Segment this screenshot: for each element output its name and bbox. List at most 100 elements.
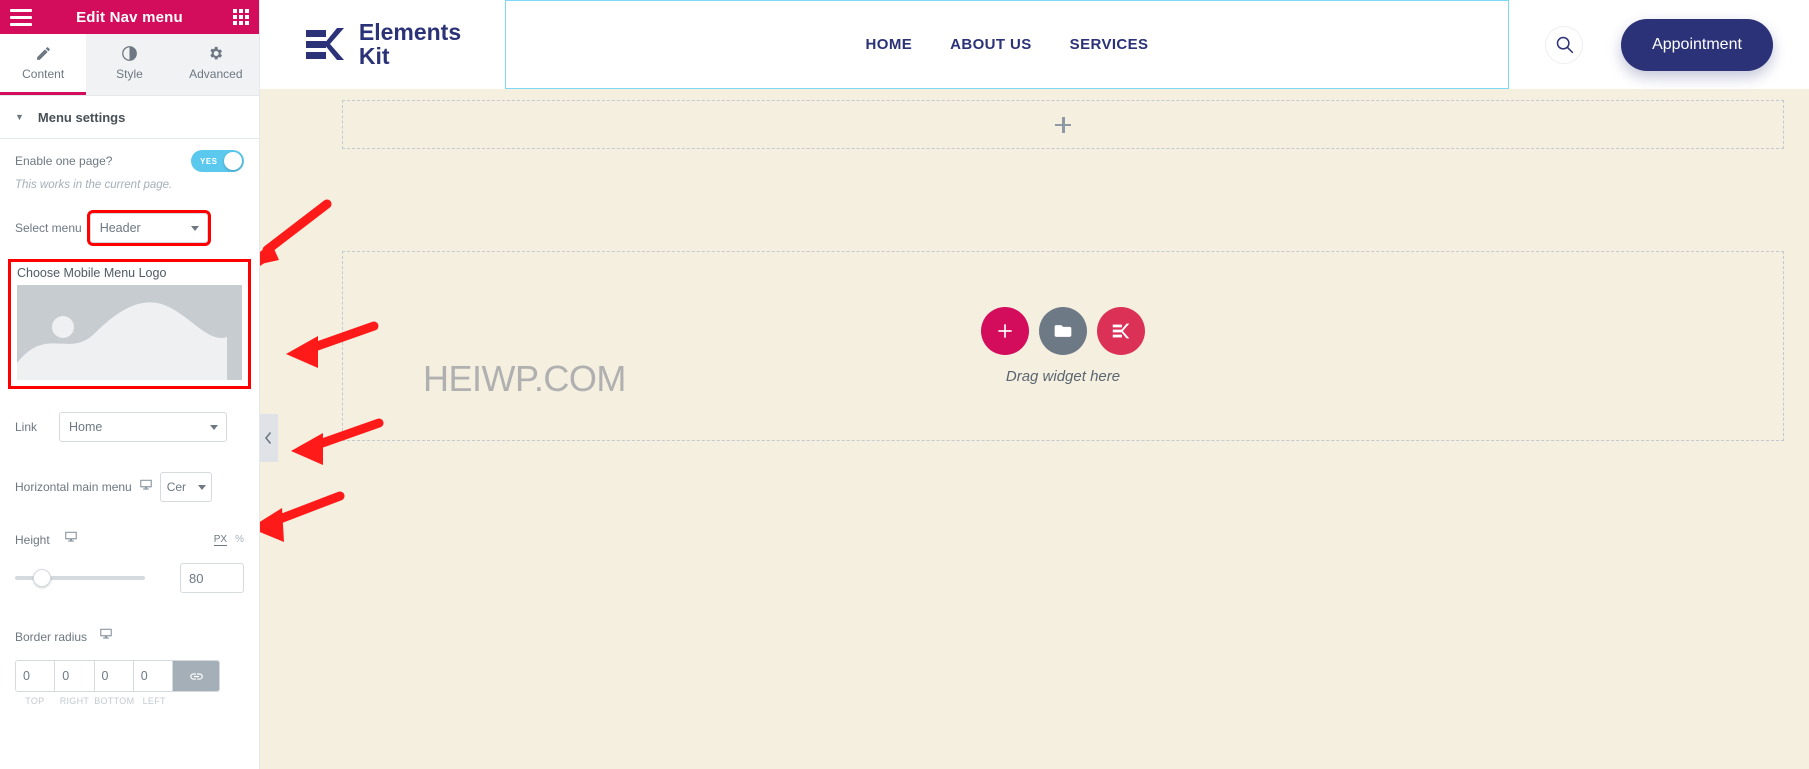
border-radius-row: Border radius bbox=[0, 627, 259, 646]
height-slider-row: 80 bbox=[0, 563, 259, 593]
select-menu-row: Select menu Header bbox=[0, 210, 259, 246]
brand-text: Elements Kit bbox=[358, 18, 462, 69]
border-radius-side-labels: TOP RIGHT BOTTOM LEFT bbox=[15, 696, 220, 706]
chevron-down-icon bbox=[197, 484, 206, 490]
height-label: Height bbox=[15, 532, 50, 547]
folder-icon bbox=[1054, 325, 1072, 337]
height-row: Height PX % bbox=[0, 530, 259, 549]
link-label: Link bbox=[15, 420, 38, 434]
horizontal-main-menu-dropdown[interactable]: Cer bbox=[159, 472, 212, 502]
border-radius-left-input[interactable]: 0 bbox=[133, 661, 173, 691]
image-placeholder-icon bbox=[17, 285, 227, 380]
nav-link-about-us[interactable]: ABOUT US bbox=[950, 36, 1032, 53]
add-widget-button[interactable] bbox=[981, 307, 1029, 355]
annotation-arrow-mobile-logo bbox=[286, 321, 379, 368]
chevron-down-icon bbox=[190, 225, 199, 231]
mobile-logo-block: Choose Mobile Menu Logo bbox=[0, 259, 259, 389]
widget-dropzone[interactable]: Drag widget here bbox=[342, 251, 1784, 441]
tab-style[interactable]: Style bbox=[86, 34, 173, 95]
plus-icon bbox=[998, 324, 1012, 338]
link-dropdown[interactable]: Home bbox=[59, 412, 228, 442]
border-radius-right-input[interactable]: 0 bbox=[55, 661, 95, 691]
gear-icon bbox=[207, 45, 224, 62]
side-label-bottom: BOTTOM bbox=[94, 696, 135, 706]
grid-apps-icon[interactable] bbox=[233, 9, 249, 25]
editor-panel: Edit Nav menu Content Style Advanced ▼ M… bbox=[0, 0, 260, 769]
panel-tabs: Content Style Advanced bbox=[0, 34, 259, 96]
panel-header: Edit Nav menu bbox=[0, 0, 259, 34]
border-radius-top-input[interactable]: 0 bbox=[16, 661, 56, 691]
enable-one-page-row: Enable one page? YES bbox=[0, 139, 259, 183]
side-label-left: LEFT bbox=[142, 696, 166, 706]
dropzone-text: Drag widget here bbox=[1005, 368, 1121, 385]
nav-link-home[interactable]: HOME bbox=[866, 36, 913, 53]
add-new-section-area[interactable] bbox=[342, 100, 1784, 149]
brand-line2: Kit bbox=[358, 42, 390, 69]
mobile-logo-highlight: Choose Mobile Menu Logo bbox=[8, 259, 251, 389]
editor-canvas: Elements Kit HOME ABOUT US SERVICES Appo… bbox=[259, 0, 1809, 769]
site-header: Elements Kit HOME ABOUT US SERVICES Appo… bbox=[260, 0, 1809, 89]
dropzone-text-row: Drag widget here bbox=[1006, 368, 1120, 385]
side-label-spacer bbox=[174, 696, 220, 706]
mobile-logo-thumbnail[interactable] bbox=[17, 285, 242, 380]
templates-button[interactable] bbox=[1039, 307, 1087, 355]
section-title: Menu settings bbox=[37, 109, 126, 125]
toggle-knob bbox=[224, 152, 242, 170]
link-value: Home bbox=[69, 420, 103, 434]
brand-line1: Elements bbox=[358, 18, 462, 45]
enable-one-page-label: Enable one page? bbox=[15, 154, 113, 168]
border-radius-fields: 0 0 0 0 bbox=[15, 660, 220, 692]
elementskit-icon bbox=[1112, 323, 1130, 339]
side-label-right: RIGHT bbox=[59, 696, 90, 706]
tab-advanced[interactable]: Advanced bbox=[172, 34, 259, 95]
dropzone-buttons bbox=[981, 307, 1145, 355]
chevron-down-icon bbox=[210, 424, 219, 430]
select-menu-dropdown[interactable]: Header bbox=[86, 210, 211, 246]
border-radius-bottom-input[interactable]: 0 bbox=[94, 661, 134, 691]
search-icon[interactable] bbox=[1545, 25, 1584, 64]
height-units: PX % bbox=[213, 534, 244, 546]
desktop-device-icon[interactable] bbox=[139, 478, 153, 497]
contrast-icon bbox=[121, 45, 138, 62]
header-right: Appointment bbox=[1509, 18, 1809, 71]
border-radius-fields-wrap: 0 0 0 0 TOP RIGHT BOTTOM LEFT bbox=[0, 660, 259, 706]
select-menu-value: Header bbox=[99, 221, 141, 235]
slider-handle[interactable] bbox=[33, 569, 51, 587]
tab-advanced-label: Advanced bbox=[189, 67, 243, 81]
horizontal-main-menu-row: Horizontal main menu Cer bbox=[0, 472, 259, 502]
brand-logo[interactable]: Elements Kit bbox=[260, 18, 505, 69]
elementskit-button[interactable] bbox=[1097, 307, 1145, 355]
plus-icon bbox=[1055, 116, 1071, 133]
height-input[interactable]: 80 bbox=[180, 563, 244, 593]
link-row: Link Home bbox=[0, 411, 259, 443]
annotation-arrow-link bbox=[291, 418, 384, 465]
tab-style-label: Style bbox=[116, 67, 143, 81]
panel-title: Edit Nav menu bbox=[76, 8, 183, 26]
one-page-note: This works in the current page. bbox=[15, 179, 173, 191]
desktop-device-icon[interactable] bbox=[99, 627, 113, 646]
height-slider[interactable] bbox=[15, 569, 145, 587]
unit-percent[interactable]: % bbox=[235, 534, 244, 546]
side-label-top: TOP bbox=[25, 696, 45, 706]
horizontal-main-menu-value: Cer bbox=[166, 480, 187, 494]
desktop-device-icon[interactable] bbox=[64, 530, 78, 549]
menu-settings-section-header[interactable]: ▼ Menu settings bbox=[0, 96, 259, 139]
tab-content[interactable]: Content bbox=[0, 34, 87, 95]
horizontal-main-menu-label: Horizontal main menu bbox=[15, 480, 132, 494]
mobile-logo-label: Choose Mobile Menu Logo bbox=[17, 266, 167, 280]
border-radius-label: Border radius bbox=[15, 629, 88, 644]
elementskit-logo-icon bbox=[305, 27, 344, 60]
unit-px[interactable]: PX bbox=[213, 534, 228, 546]
select-menu-label: Select menu bbox=[15, 221, 82, 235]
nav-links: HOME ABOUT US SERVICES bbox=[866, 36, 1149, 53]
chevron-left-icon bbox=[264, 431, 272, 445]
toggle-yes-label: YES bbox=[200, 156, 218, 166]
nav-link-services[interactable]: SERVICES bbox=[1070, 36, 1149, 53]
appointment-button[interactable]: Appointment bbox=[1621, 18, 1773, 71]
link-chain-icon[interactable] bbox=[173, 661, 219, 691]
enable-one-page-toggle[interactable]: YES bbox=[191, 150, 244, 172]
chevron-down-icon: ▼ bbox=[15, 112, 24, 122]
hamburger-icon[interactable] bbox=[10, 8, 32, 26]
pencil-icon bbox=[35, 45, 52, 62]
nav-menu-widget[interactable]: HOME ABOUT US SERVICES bbox=[505, 0, 1509, 89]
